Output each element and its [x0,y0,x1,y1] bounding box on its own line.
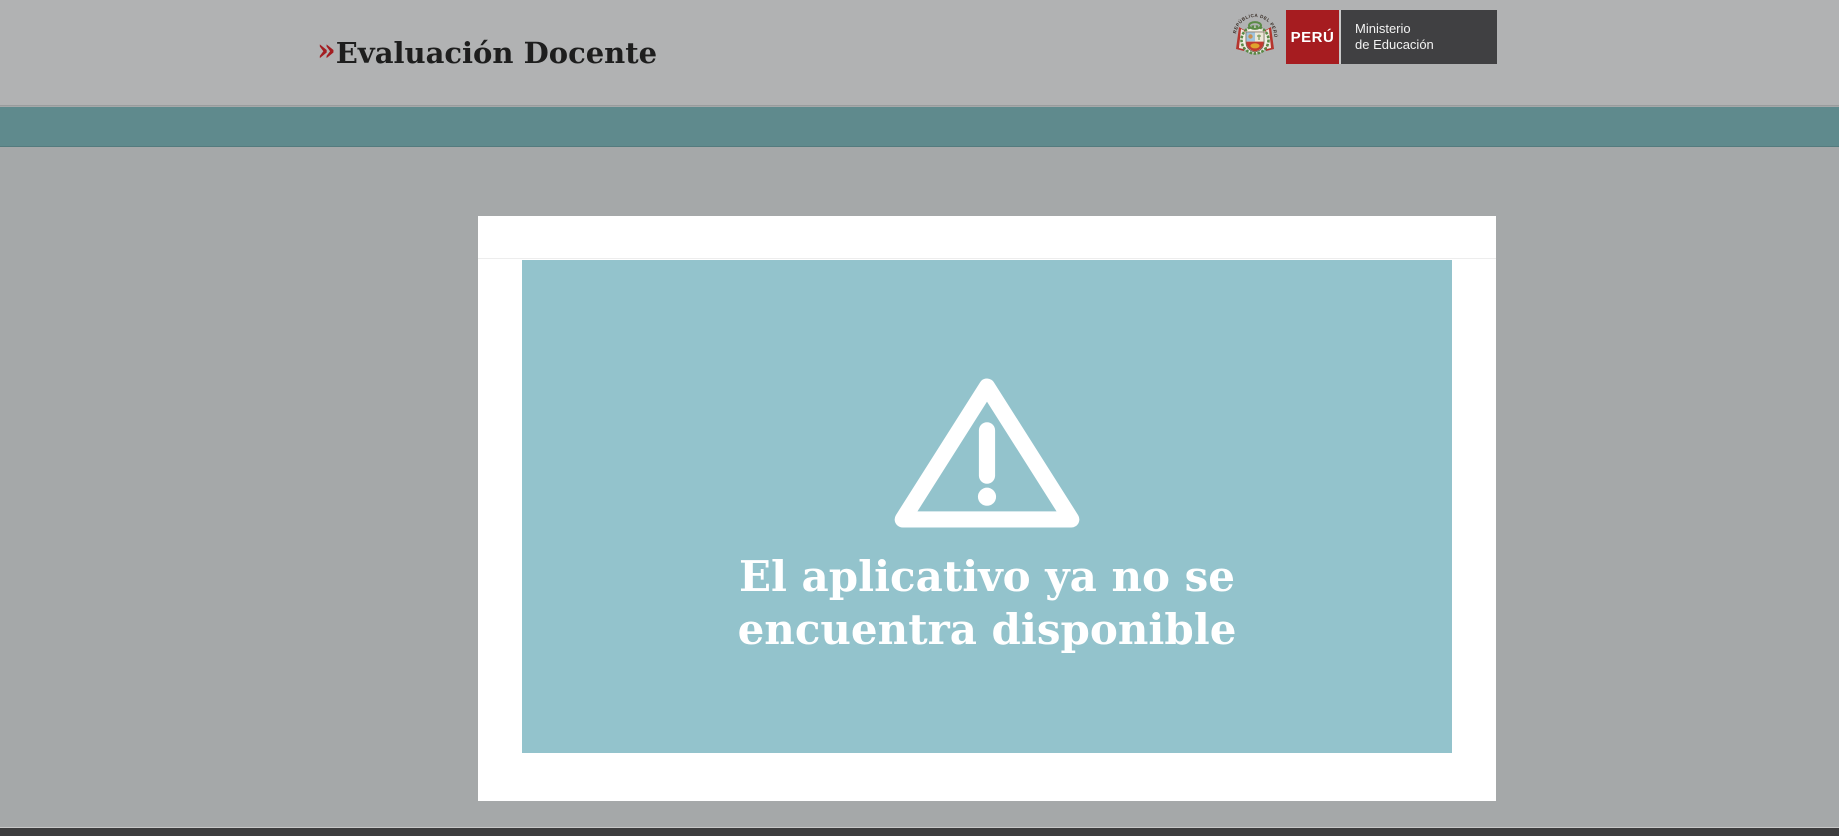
brand-chevrons-icon: » [317,36,332,66]
content-card: El aplicativo ya no se encuentra disponi… [478,216,1496,801]
warning-triangle-icon [886,372,1088,534]
card-header [478,216,1496,259]
unavailable-notice: El aplicativo ya no se encuentra disponi… [522,260,1452,753]
ministry-name-line2: de Educación [1355,37,1497,53]
peru-label: PERÚ [1291,29,1335,46]
ministry-name-line1: Ministerio [1355,21,1497,37]
card-body: El aplicativo ya no se encuentra disponi… [478,259,1496,800]
brand-link[interactable]: » Evaluación Docente [317,0,657,106]
peru-coat-of-arms-icon: REPÚBLICA DEL PERÚ [1229,9,1281,63]
brand-title: Evaluación Docente [336,39,657,68]
navbar [0,107,1839,147]
page: » Evaluación Docente REPÚBLICA DEL PERÚ [0,0,1839,836]
ministry-logo[interactable]: REPÚBLICA DEL PERÚ [1229,10,1497,64]
footer-strip [0,827,1839,836]
ministry-name-box: Ministerio de Educación [1341,10,1497,64]
header: » Evaluación Docente REPÚBLICA DEL PERÚ [0,0,1839,106]
peru-red-box: PERÚ [1286,10,1341,64]
unavailable-message: El aplicativo ya no se encuentra disponi… [627,550,1347,656]
